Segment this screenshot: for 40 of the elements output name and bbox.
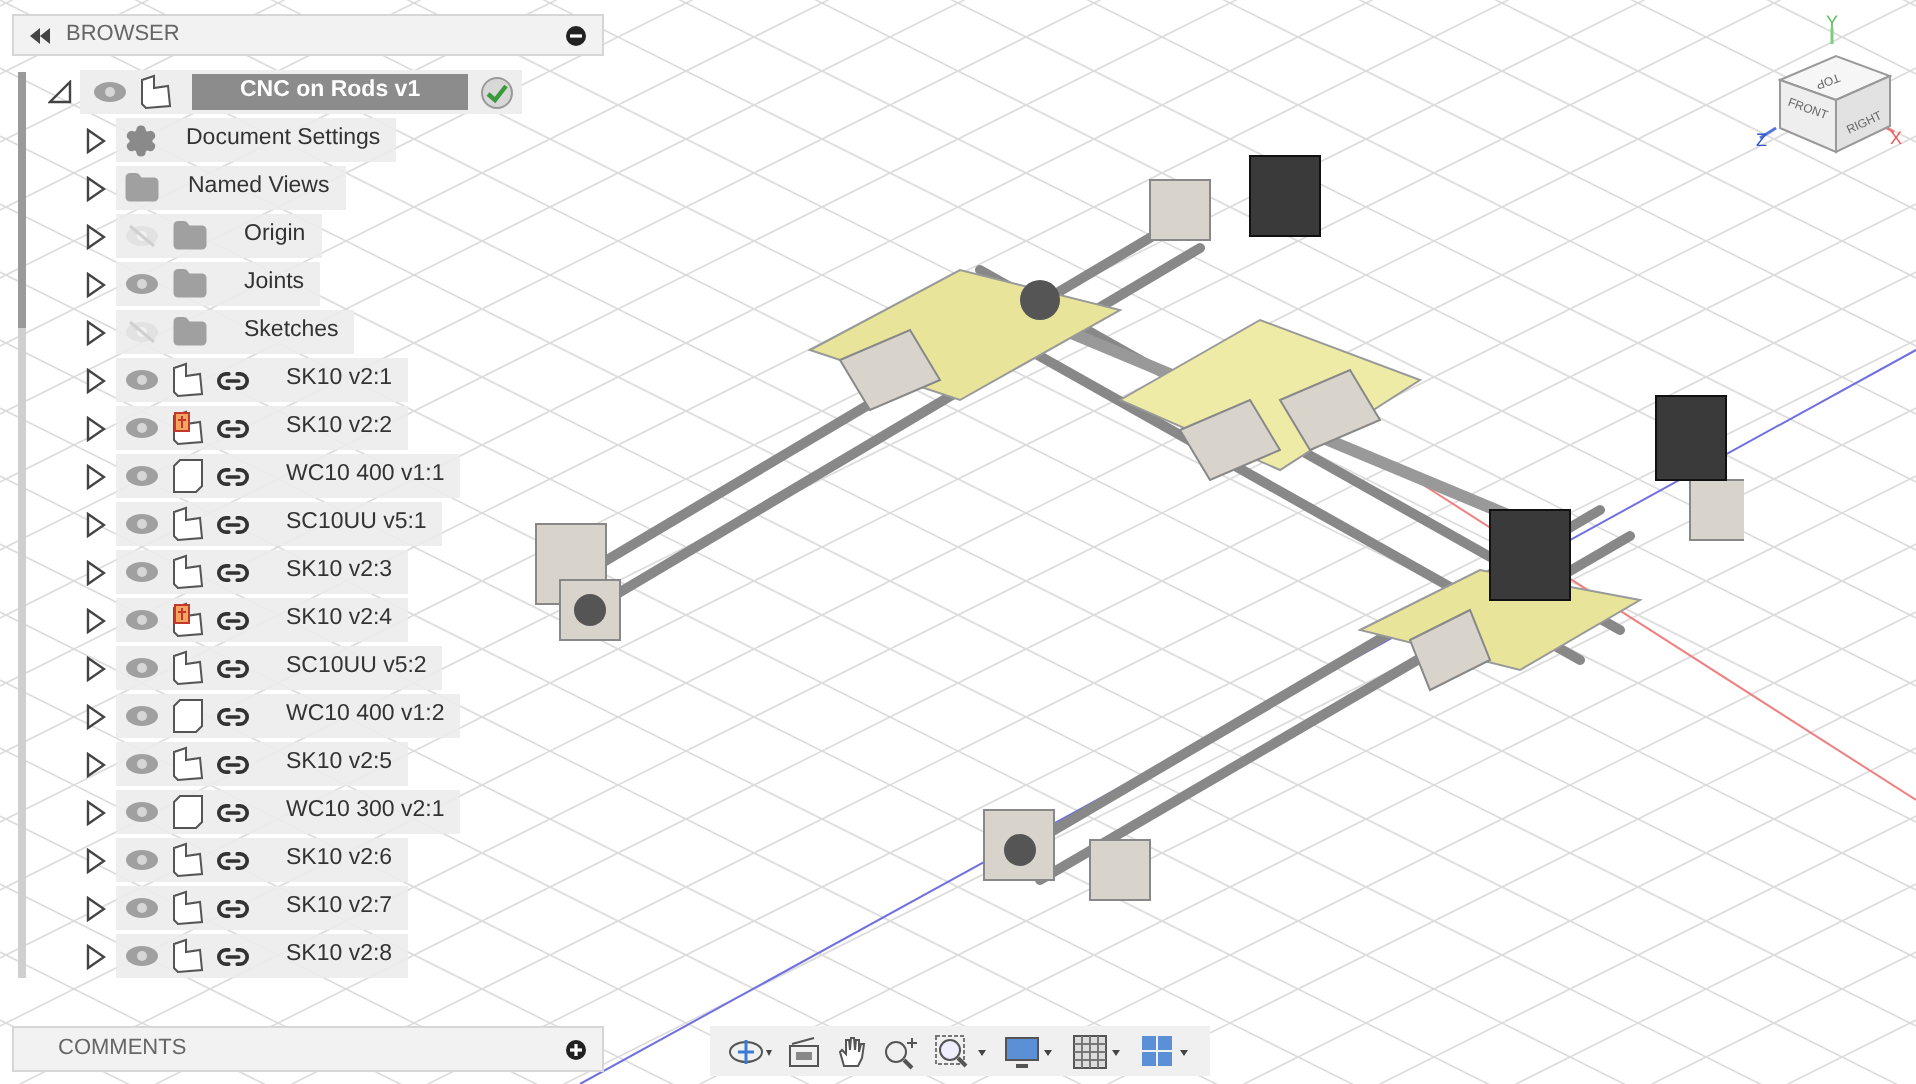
collapse-triangle-icon[interactable] <box>48 80 72 104</box>
expand-triangle-icon[interactable] <box>86 511 106 537</box>
display-icon[interactable] <box>1002 1033 1058 1069</box>
body-icon <box>172 698 204 734</box>
component-icon <box>140 74 172 110</box>
expand-triangle-icon[interactable] <box>86 127 106 153</box>
minimize-icon[interactable] <box>566 25 586 45</box>
body-icon <box>172 794 204 830</box>
expand-triangle-icon[interactable] <box>86 175 106 201</box>
expand-triangle-icon[interactable] <box>86 703 106 729</box>
expand-triangle-icon[interactable] <box>86 319 106 345</box>
zoom-icon[interactable] <box>882 1033 922 1069</box>
folder-icon <box>172 266 208 302</box>
expand-triangle-icon[interactable] <box>86 799 106 825</box>
folder-icon <box>172 218 208 254</box>
panel-title: BROWSER <box>66 20 180 51</box>
expand-triangle-icon[interactable] <box>86 751 106 777</box>
expand-triangle-icon[interactable] <box>86 463 106 489</box>
zoom-window-icon[interactable] <box>934 1033 990 1069</box>
viewports-icon[interactable] <box>1138 1033 1194 1069</box>
expand-triangle-icon[interactable] <box>86 559 106 585</box>
expand-triangle-icon[interactable] <box>86 223 106 249</box>
expand-triangle-icon[interactable] <box>86 415 106 441</box>
expand-triangle-icon[interactable] <box>86 943 106 969</box>
expand-triangle-icon[interactable] <box>86 655 106 681</box>
gear-icon <box>124 123 158 157</box>
folder-icon <box>172 314 208 350</box>
pan-hand-icon[interactable] <box>834 1033 870 1069</box>
add-icon[interactable] <box>566 1039 586 1059</box>
body-icon <box>172 458 204 494</box>
grid-icon[interactable] <box>1070 1033 1126 1069</box>
collapse-panel-icon[interactable] <box>30 27 50 43</box>
expand-triangle-icon[interactable] <box>86 847 106 873</box>
expand-triangle-icon[interactable] <box>86 607 106 633</box>
scrollbar-thumb[interactable] <box>18 72 26 328</box>
expand-triangle-icon[interactable] <box>86 271 106 297</box>
panel-title: COMMENTS <box>58 1034 187 1065</box>
folder-icon <box>124 170 160 206</box>
expand-triangle-icon[interactable] <box>86 367 106 393</box>
expand-triangle-icon[interactable] <box>86 895 106 921</box>
